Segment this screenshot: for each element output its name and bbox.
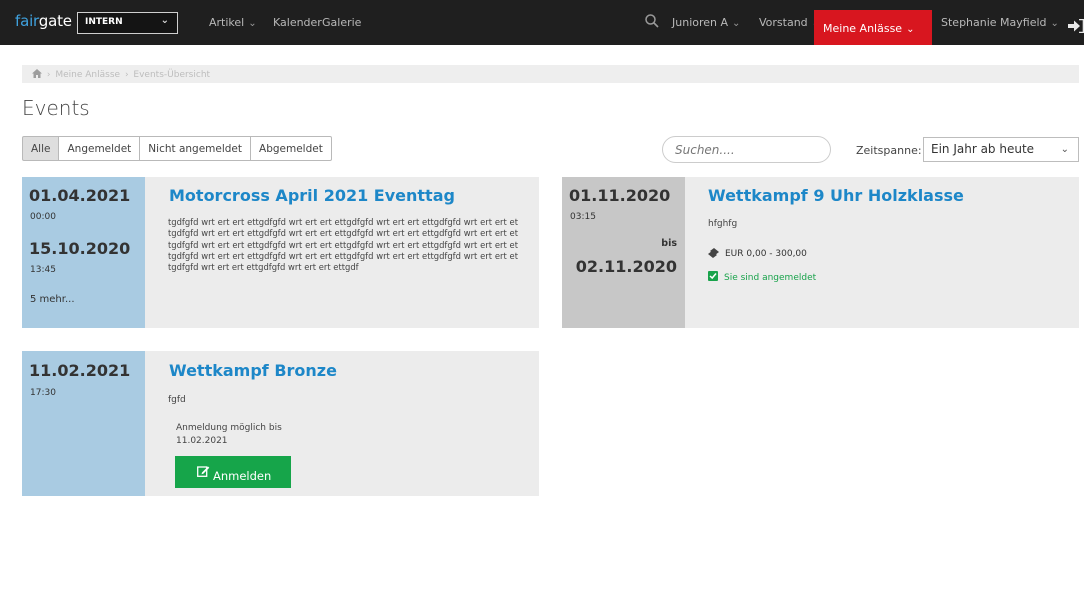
registration-deadline-label: Anmeldung möglich bis xyxy=(176,423,282,433)
event-price: EUR 0,00 - 300,00 xyxy=(708,248,807,259)
event-end-time: 13:45 xyxy=(30,265,56,275)
event-start-time: 17:30 xyxy=(30,388,56,398)
event-card: 11.02.2021 17:30 Wettkampf Bronze fgfd A… xyxy=(22,351,539,496)
home-icon[interactable] xyxy=(32,69,42,78)
zeitspanne-select[interactable]: Ein Jahr ab heute ⌄ xyxy=(923,137,1079,162)
event-card: 01.04.2021 00:00 15.10.2020 13:45 5 mehr… xyxy=(22,177,539,328)
filter-nicht-angemeldet[interactable]: Nicht angemeldet xyxy=(140,136,252,161)
event-start-date: 01.04.2021 xyxy=(29,186,131,205)
nav-galerie[interactable]: Galerie xyxy=(322,16,361,29)
logout-icon[interactable] xyxy=(1068,19,1084,33)
event-price-text: EUR 0,00 - 300,00 xyxy=(725,249,807,259)
event-description: fgfd xyxy=(168,395,186,405)
check-square-icon xyxy=(708,271,718,281)
logo-part-2: gate xyxy=(38,12,72,30)
breadcrumb-item-meine-anlaesse[interactable]: Meine Anlässe xyxy=(55,70,120,80)
nav-meine-label: Meine Anlässe xyxy=(823,22,903,35)
chevron-down-icon: ⌄ xyxy=(1050,18,1059,29)
nav-artikel[interactable]: Artikel ⌄ xyxy=(209,16,257,29)
page-title: Events xyxy=(22,96,90,120)
nav-junioren-a[interactable]: Junioren A ⌄ xyxy=(672,16,740,29)
zeitspanne-label: Zeitspanne: xyxy=(856,144,922,157)
nav-artikel-label: Artikel xyxy=(209,16,245,29)
search-input[interactable] xyxy=(662,136,831,163)
chevron-down-icon: ⌄ xyxy=(248,18,257,29)
nav-galerie-label: Galerie xyxy=(322,16,362,29)
registration-deadline-date: 11.02.2021 xyxy=(176,436,228,446)
filter-button-group: Alle Angemeldet Nicht angemeldet Abgemel… xyxy=(22,136,332,161)
event-bis-label: bis xyxy=(661,238,677,249)
top-navbar: fairgate INTERN ⌄ Artikel ⌄ Kalender Gale… xyxy=(0,0,1084,45)
chevron-down-icon: ⌄ xyxy=(732,18,741,29)
anmelden-button[interactable]: Anmelden xyxy=(175,456,291,488)
org-select[interactable]: INTERN ⌄ xyxy=(77,12,178,34)
nav-kalender-label: Kalender xyxy=(273,16,322,29)
nav-kalender[interactable]: Kalender xyxy=(273,16,322,29)
event-end-date: 02.11.2020 xyxy=(575,257,677,276)
more-dates-link[interactable]: 5 mehr... xyxy=(30,294,75,305)
fairgate-logo[interactable]: fairgate xyxy=(15,12,72,30)
nav-user-menu[interactable]: Stephanie Mayfield ⌄ xyxy=(941,16,1059,29)
event-start-date: 11.02.2021 xyxy=(29,361,131,380)
event-description: tgdfgfd wrt ert ert ettgdfgfd wrt ert er… xyxy=(168,217,518,273)
registration-status: Sie sind angemeldet xyxy=(708,271,816,283)
nav-vorstand-label: Vorstand xyxy=(759,16,808,29)
org-select-value: INTERN xyxy=(85,17,123,27)
event-card: 01.11.2020 03:15 bis 02.11.2020 Wettkamp… xyxy=(562,177,1079,328)
anmelden-button-label: Anmelden xyxy=(213,469,272,483)
user-name: Stephanie Mayfield xyxy=(941,16,1047,29)
nav-junioren-label: Junioren A xyxy=(672,16,729,29)
chevron-down-icon: ⌄ xyxy=(160,15,169,26)
chevron-down-icon: ⌄ xyxy=(906,24,915,35)
zeitspanne-value: Ein Jahr ab heute xyxy=(931,142,1035,156)
event-title[interactable]: Wettkampf Bronze xyxy=(169,361,337,380)
event-date-column: 11.02.2021 17:30 xyxy=(22,351,145,496)
event-start-time: 03:15 xyxy=(570,212,596,222)
event-title[interactable]: Motorcross April 2021 Eventtag xyxy=(169,186,455,205)
breadcrumb: › Meine Anlässe › Events-Übersicht xyxy=(22,65,1079,83)
event-title[interactable]: Wettkampf 9 Uhr Holzklasse xyxy=(708,186,964,205)
filter-angemeldet[interactable]: Angemeldet xyxy=(59,136,141,161)
search-icon[interactable] xyxy=(644,13,660,29)
event-start-date: 01.11.2020 xyxy=(569,186,671,205)
event-end-date: 15.10.2020 xyxy=(29,239,131,258)
event-description: hfghfg xyxy=(708,219,738,229)
event-date-column: 01.04.2021 00:00 15.10.2020 13:45 5 mehr… xyxy=(22,177,145,328)
breadcrumb-separator: › xyxy=(46,70,51,80)
nav-meine-anlaesse[interactable]: Meine Anlässe ⌄ xyxy=(814,10,932,45)
breadcrumb-separator: › xyxy=(124,70,129,80)
chevron-down-icon: ⌄ xyxy=(1060,144,1069,155)
filter-alle[interactable]: Alle xyxy=(22,136,60,161)
edit-icon xyxy=(197,466,210,477)
logo-part-1: fair xyxy=(15,12,39,30)
breadcrumb-item-events: Events-Übersicht xyxy=(133,70,211,80)
filter-abgemeldet[interactable]: Abgemeldet xyxy=(251,136,332,161)
tickets-icon xyxy=(708,248,719,258)
event-start-time: 00:00 xyxy=(30,212,56,222)
nav-vorstand[interactable]: Vorstand⌄ xyxy=(759,16,820,29)
event-date-column: 01.11.2020 03:15 bis 02.11.2020 xyxy=(562,177,685,328)
registration-status-text: Sie sind angemeldet xyxy=(724,273,817,283)
